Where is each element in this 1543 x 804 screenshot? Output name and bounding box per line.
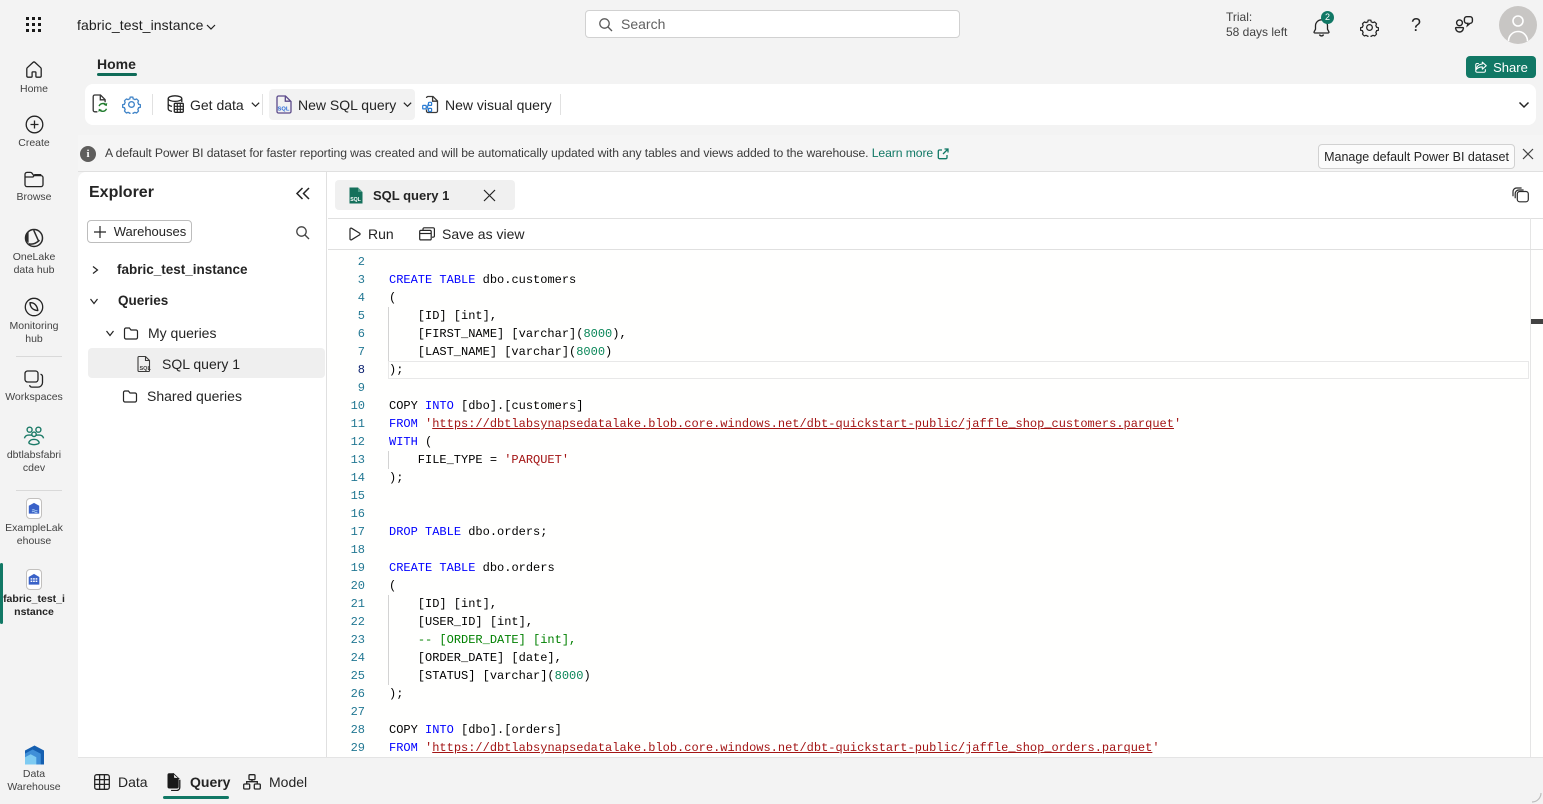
svg-text:SQL: SQL	[350, 197, 361, 203]
svg-text:SQL: SQL	[278, 107, 290, 113]
svg-text:SQL: SQL	[140, 366, 152, 372]
